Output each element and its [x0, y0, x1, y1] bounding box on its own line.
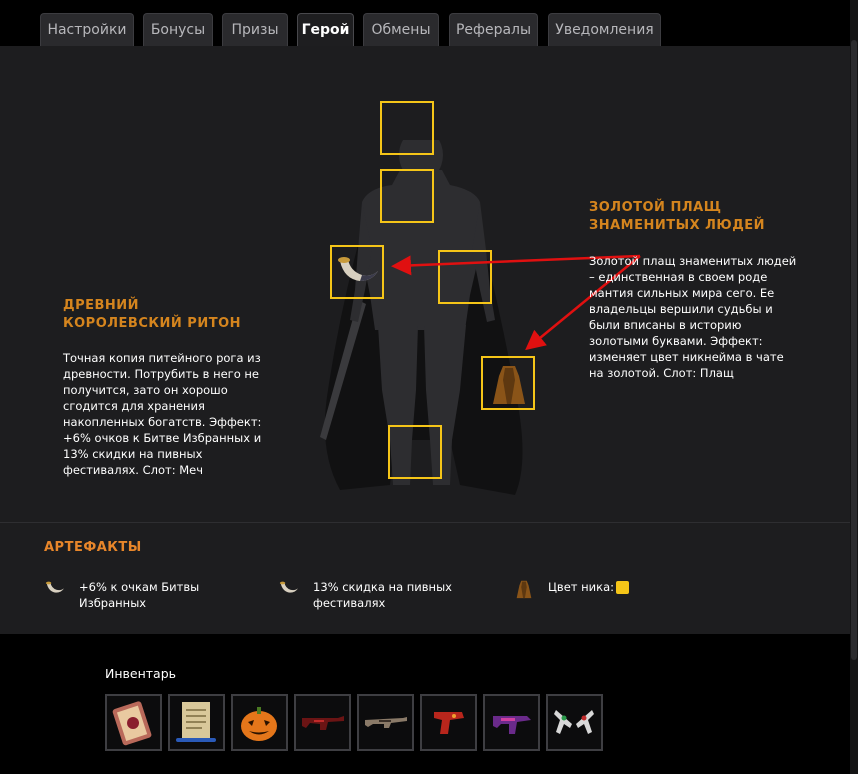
weapon-item-description: Точная копия питейного рога из древности… — [63, 351, 262, 477]
inventory-item[interactable] — [546, 694, 603, 751]
cloak-item-description: Золотой плащ знаменитых людей – единстве… — [589, 254, 797, 380]
artifacts-title: АРТЕФАКТЫ — [44, 540, 142, 555]
rifle-red-icon — [302, 716, 344, 730]
nick-color-swatch — [616, 581, 629, 594]
card-icon — [112, 701, 152, 746]
inventory-item[interactable] — [231, 694, 288, 751]
section-divider — [0, 522, 850, 523]
cloak-icon — [516, 580, 532, 599]
rifle-skin-icon — [365, 717, 407, 728]
inventory-item[interactable] — [420, 694, 477, 751]
artifact-text: +6% к очкам Битвы Избранных — [79, 580, 200, 610]
inventory-item[interactable] — [168, 694, 225, 751]
inventory-item[interactable] — [294, 694, 351, 751]
horn-icon — [45, 581, 65, 593]
inventory-label: Инвентарь — [105, 666, 176, 681]
inventory-item[interactable] — [105, 694, 162, 751]
pistol-red-icon — [434, 712, 464, 734]
artifact-text: 13% скидка на пивных фестивалях — [313, 580, 452, 610]
pumpkin-icon — [241, 707, 277, 741]
inventory-item[interactable] — [357, 694, 414, 751]
smg-purple-icon — [493, 716, 531, 734]
horn-icon — [279, 581, 299, 593]
artifact-nick-color-label: Цвет ника: — [548, 580, 614, 594]
inventory-item[interactable] — [483, 694, 540, 751]
scrollbar-thumb[interactable] — [851, 40, 857, 660]
scroll-icon — [176, 702, 216, 742]
weapon-item-title: ДРЕВНИЙ КОРОЛЕВСКИЙ РИТОН — [63, 298, 242, 331]
cloak-item-title: ЗОЛОТОЙ ПЛАЩ ЗНАМЕНИТЫХ ЛЮДЕЙ — [589, 200, 766, 233]
dual-pistols-icon — [554, 710, 594, 734]
